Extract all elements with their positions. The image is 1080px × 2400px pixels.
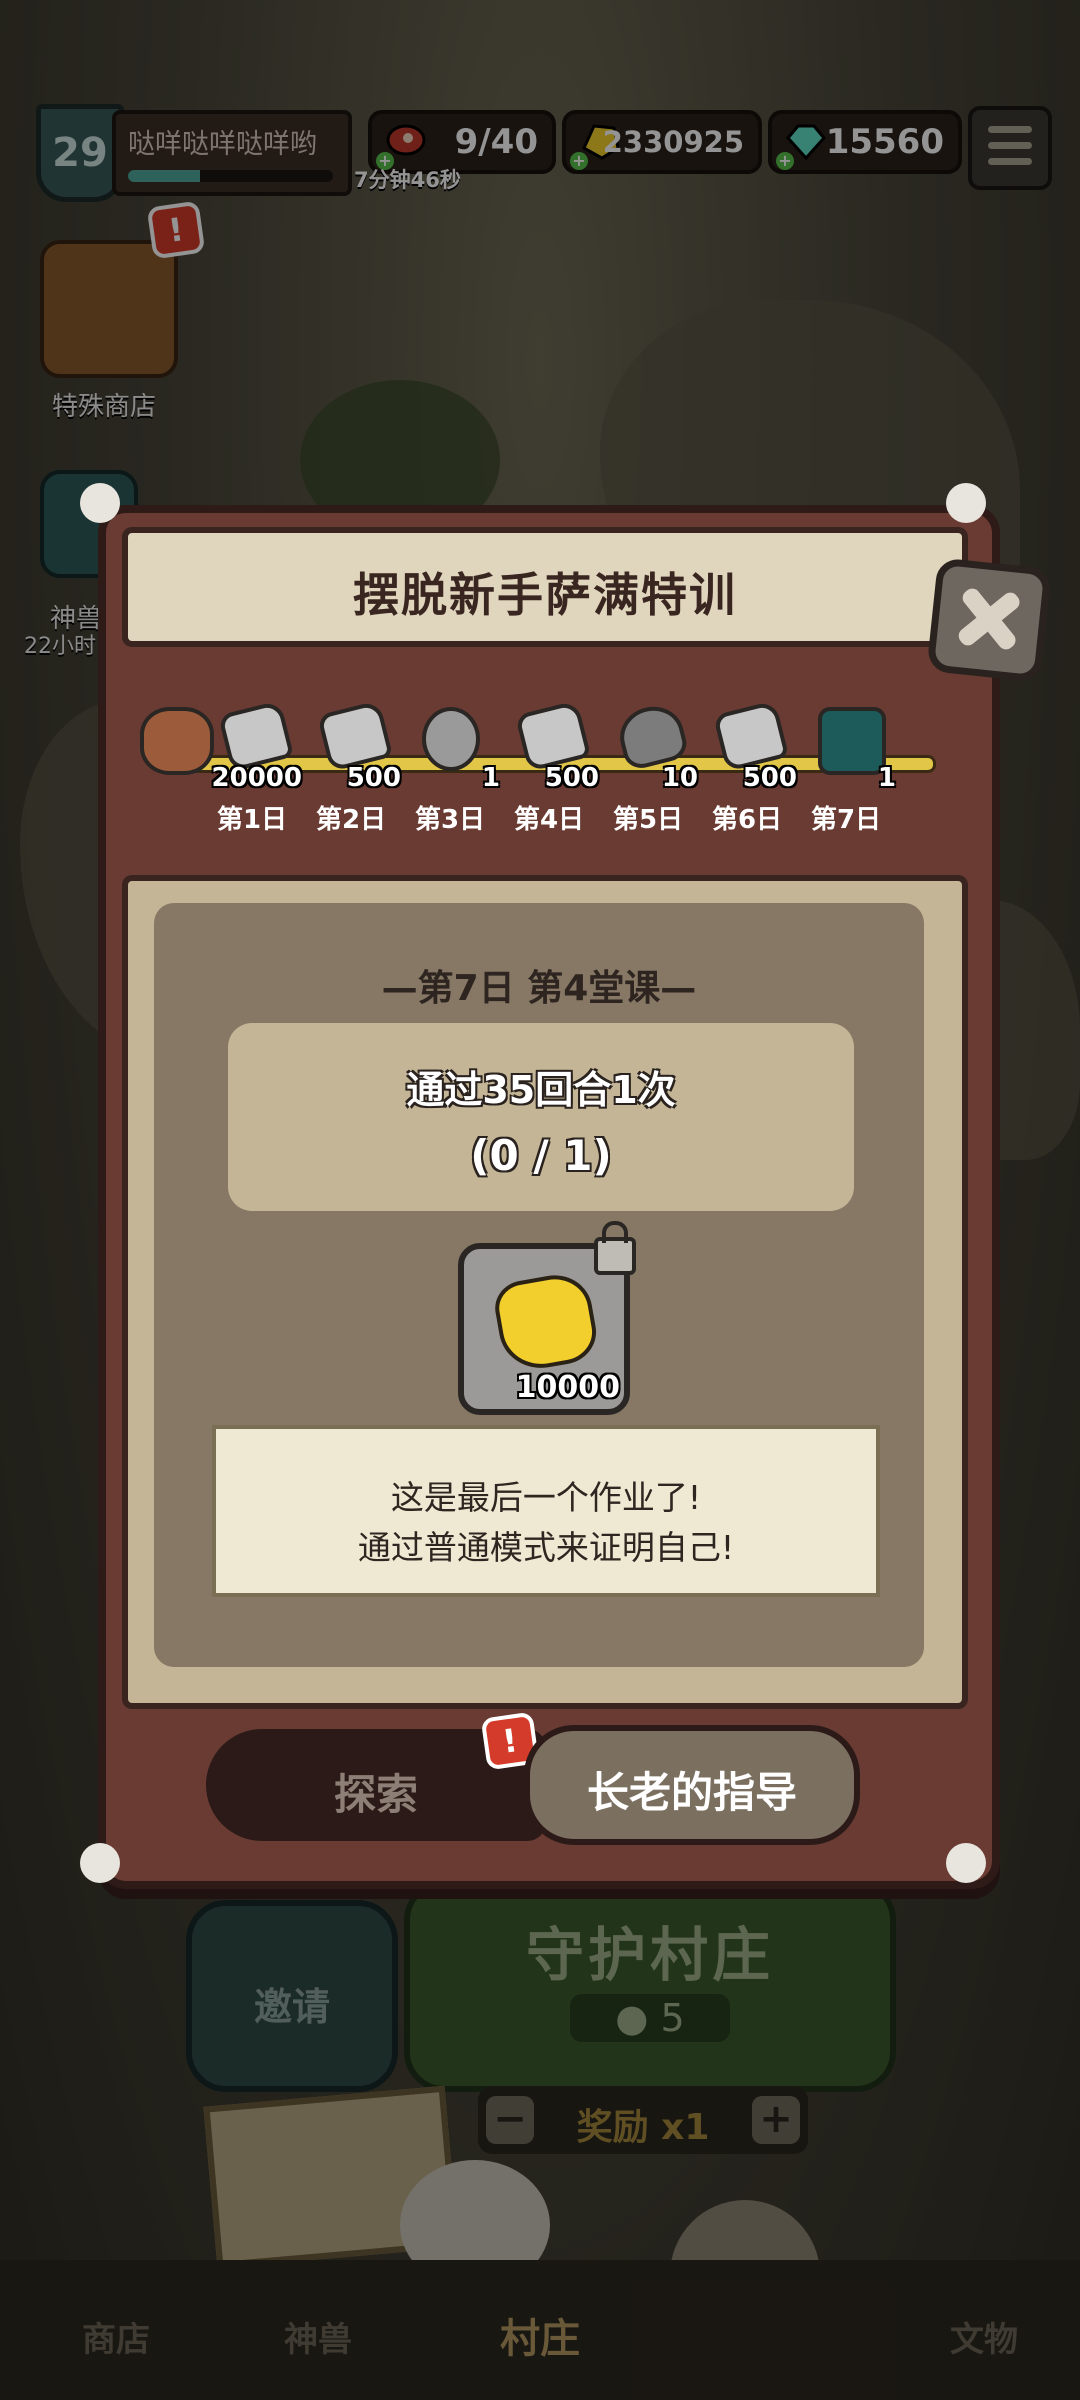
day-reward-amount: 500 [544, 763, 599, 793]
training-modal: 摆脱新手萨满特训 20000 第1日 500 第2日 1 第3日 500 第4日 [80, 483, 1052, 1889]
bone-decoration [946, 1843, 986, 1883]
explore-label: 探索 [333, 1770, 418, 1819]
day-node-3[interactable]: 1 第3日 [402, 693, 500, 835]
day-node-5[interactable]: 10 第5日 [600, 693, 698, 835]
day-label: 第4日 [513, 805, 585, 835]
modal-header: 摆脱新手萨满特训 [122, 527, 968, 647]
elder-guidance-label: 长老的指导 [586, 1768, 797, 1817]
note-line-1: 这是最后一个作业了! [390, 1478, 702, 1517]
stone-icon [712, 700, 790, 772]
day-reward-amount: 20000 [211, 763, 302, 793]
stone-icon [316, 700, 394, 772]
note-line-2: 通过普通模式来证明自己! [357, 1528, 735, 1567]
day-node-6[interactable]: 500 第6日 [699, 693, 797, 835]
bone-decoration [80, 1843, 120, 1883]
lesson-header: —第7日 第4堂课— [381, 968, 697, 1009]
modal-tab-buttons: 探索 ! 长老的指导 [206, 1711, 886, 1849]
day-label: 第3日 [414, 805, 486, 835]
task-box: 通过35回合1次 (0 / 1) [228, 1023, 854, 1211]
day-node-7[interactable]: 1 第7日 [798, 693, 896, 835]
day-reward-amount: 10 [661, 763, 698, 793]
gold-icon [490, 1269, 602, 1375]
bone-decoration [946, 483, 986, 523]
elder-guidance-tab[interactable]: 长老的指导 [524, 1725, 860, 1845]
day-reward-amount: 500 [742, 763, 797, 793]
day-node-2[interactable]: 500 第2日 [303, 693, 401, 835]
lock-icon [594, 1221, 636, 1275]
day-node-4[interactable]: 500 第4日 [501, 693, 599, 835]
bone-decoration [80, 483, 120, 523]
stone-icon [514, 700, 592, 772]
lesson-panel: —第7日 第4堂课— 通过35回合1次 (0 / 1) 10000 这是最后一个… [122, 875, 968, 1709]
day-label: 第7日 [810, 805, 882, 835]
medal-icon [422, 707, 480, 771]
shaman-avatar-icon [140, 707, 214, 775]
lesson-inner: —第7日 第4堂课— 通过35回合1次 (0 / 1) 10000 这是最后一个… [154, 903, 924, 1667]
note-paper: 这是最后一个作业了! 通过普通模式来证明自己! [212, 1425, 880, 1597]
day-label: 第2日 [315, 805, 387, 835]
day-reward-amount: 500 [346, 763, 401, 793]
day-label: 第5日 [612, 805, 684, 835]
fang-stone-icon [613, 700, 691, 772]
modal-title: 摆脱新手萨满特训 [353, 568, 737, 622]
daily-progress-track: 20000 第1日 500 第2日 1 第3日 500 第4日 10 第5日 5… [130, 653, 960, 863]
day-label: 第6日 [711, 805, 783, 835]
task-progress: (0 / 1) [470, 1131, 612, 1180]
day-label: 第1日 [216, 805, 288, 835]
stone-icon [217, 700, 295, 772]
day-reward-amount: 1 [877, 763, 896, 793]
reward-amount: 10000 [515, 1370, 620, 1405]
day-reward-amount: 1 [481, 763, 500, 793]
paw-totem-icon [818, 707, 886, 775]
day-node-1[interactable]: 20000 第1日 [204, 693, 302, 835]
task-description: 通过35回合1次 [406, 1068, 676, 1112]
